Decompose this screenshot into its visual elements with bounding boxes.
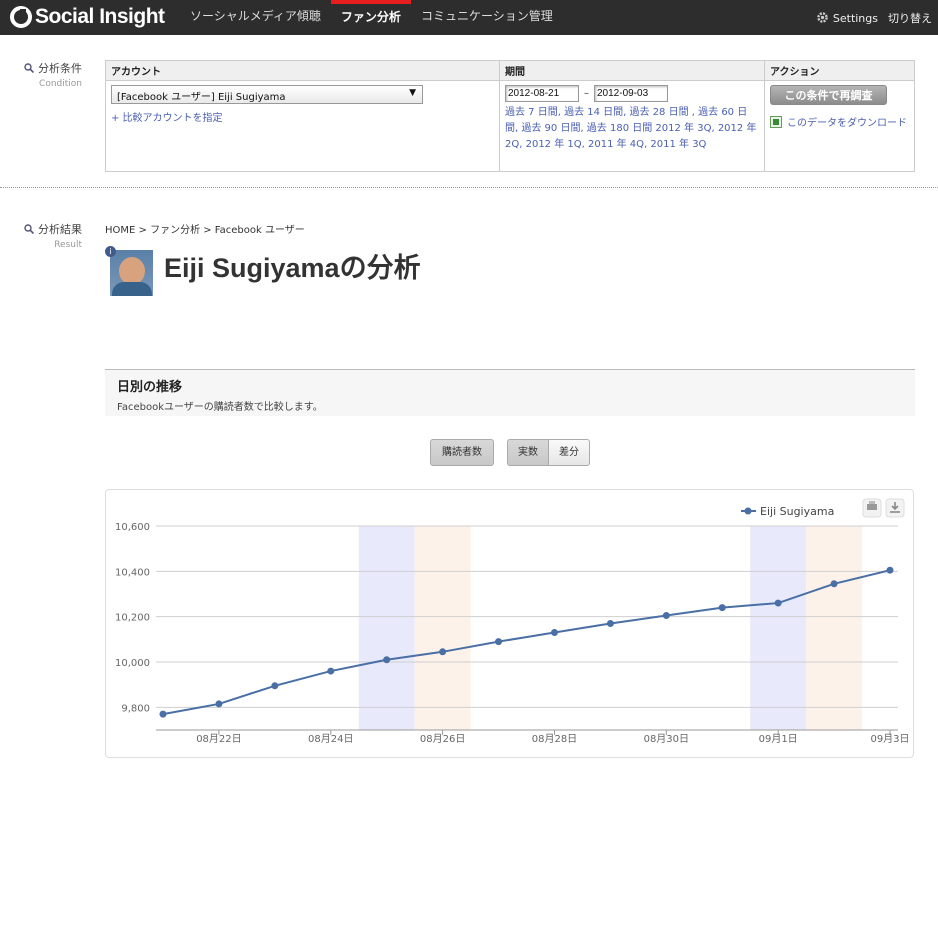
result-label-en: Result <box>54 240 82 250</box>
section-divider <box>0 187 938 188</box>
date-separator: – <box>584 88 589 99</box>
page-title: Eiji Sugiyamaの分析 <box>164 253 421 283</box>
chevron-down-icon: ▼ <box>409 88 416 98</box>
y-tick-label: 10,000 <box>115 658 150 669</box>
weekend-band-saturday <box>358 526 415 730</box>
y-tick-label: 10,600 <box>115 522 150 533</box>
subscribers-button[interactable]: 購読者数 <box>430 439 494 466</box>
y-tick-label: 10,200 <box>115 613 150 624</box>
data-point <box>439 648 447 656</box>
data-point <box>830 580 838 588</box>
avatar <box>110 250 153 296</box>
x-tick-label: 08月26日 <box>420 733 465 745</box>
data-point <box>662 612 670 620</box>
data-point <box>718 604 726 612</box>
period-cell: – 過去 7 日間, 過去 14 日間, 過去 28 日間 , 過去 60 日間… <box>499 80 765 172</box>
section-header: 日別の推移 Facebookユーザーの購読者数で比較します。 <box>105 369 915 416</box>
data-point <box>606 619 614 627</box>
search-icon <box>24 63 34 73</box>
account-cell: [Facebook ユーザー] Eiji Sugiyama ▼ + 比較アカウン… <box>105 80 500 172</box>
data-point <box>495 638 503 646</box>
x-tick-label: 08月28日 <box>532 733 577 745</box>
condition-label-en: Condition <box>39 79 82 89</box>
top-navbar: Social Insight ソーシャルメディア傾聴 ファン分析 コミュニケーシ… <box>0 0 938 35</box>
y-tick-label: 10,400 <box>115 567 150 578</box>
account-select-value: [Facebook ユーザー] Eiji Sugiyama <box>117 92 286 103</box>
condition-label: 分析条件 Condition <box>0 60 82 89</box>
x-tick-label: 09月1日 <box>759 733 798 745</box>
main-nav: ソーシャルメディア傾聴 ファン分析 コミュニケーション管理 <box>180 0 563 35</box>
search-icon <box>24 224 34 234</box>
download-row: このデータをダウンロード <box>770 114 909 129</box>
chart-legend: Eiji Sugiyama <box>741 505 834 518</box>
section-title: 日別の推移 <box>117 380 183 395</box>
data-point <box>550 629 558 637</box>
section-subtitle: Facebookユーザーの購読者数で比較します。 <box>117 402 323 413</box>
data-point <box>327 667 335 675</box>
legend-marker <box>744 507 752 515</box>
date-to-input[interactable] <box>594 85 668 102</box>
download-icon[interactable] <box>885 498 905 518</box>
data-point <box>774 599 782 607</box>
account-header: アカウント <box>105 60 500 81</box>
x-tick-label: 08月24日 <box>308 733 353 745</box>
date-from-input[interactable] <box>505 85 579 102</box>
info-badge-icon[interactable]: i <box>105 246 116 257</box>
x-tick-label: 08月22日 <box>196 733 241 745</box>
data-point <box>215 700 223 708</box>
data-point <box>159 710 167 718</box>
account-select[interactable]: [Facebook ユーザー] Eiji Sugiyama ▼ <box>111 85 423 104</box>
download-link[interactable]: このデータをダウンロード <box>787 114 907 129</box>
action-header: アクション <box>764 60 915 81</box>
chart-container: 9,800 10,000 10,200 10,400 10,600 08月22日 08月2… <box>105 489 914 758</box>
diff-toggle[interactable]: 差分 <box>548 439 590 466</box>
gear-icon <box>817 11 828 23</box>
period-preset-links[interactable]: 過去 7 日間, 過去 14 日間, 過去 28 日間 , 過去 60 日間, … <box>505 105 759 153</box>
weekend-band-saturday <box>750 526 807 730</box>
switch-link[interactable]: 切り替え <box>888 10 932 26</box>
settings-label: Settings <box>832 11 878 25</box>
logo-icon <box>10 6 32 28</box>
nav-item-listening[interactable]: ソーシャルメディア傾聴 <box>180 0 331 35</box>
line-chart: 9,800 10,000 10,200 10,400 10,600 08月22日 08月2… <box>115 498 910 745</box>
data-point <box>886 566 894 574</box>
top-right-menu: Settings 切り替え <box>816 0 932 35</box>
rerun-button[interactable]: この条件で再調査 <box>770 85 887 105</box>
data-point <box>383 656 391 664</box>
nav-item-fan-analysis[interactable]: ファン分析 <box>330 0 411 35</box>
result-label: 分析結果 Result <box>0 221 82 250</box>
y-tick-label: 9,800 <box>121 703 150 714</box>
condition-table: アカウント 期間 アクション [Facebook ユーザー] Eiji Sugi… <box>105 60 915 172</box>
x-tick-label: 09月3日 <box>870 733 909 745</box>
action-cell: この条件で再調査 このデータをダウンロード <box>764 80 915 172</box>
excel-icon <box>770 115 782 128</box>
legend-label: Eiji Sugiyama <box>760 505 834 518</box>
logo-text: Social Insight <box>35 5 165 28</box>
print-icon[interactable] <box>862 498 882 518</box>
weekend-band-sunday <box>414 526 471 730</box>
condition-label-jp: 分析条件 <box>38 62 82 75</box>
weekend-band-sunday <box>806 526 863 730</box>
data-point <box>271 682 279 690</box>
x-tick-label: 08月30日 <box>644 733 689 745</box>
actual-toggle[interactable]: 実数 <box>507 439 549 466</box>
add-compare-account-link[interactable]: + 比較アカウントを指定 <box>111 109 494 124</box>
avatar-shirt <box>112 282 152 296</box>
nav-item-communication[interactable]: コミュニケーション管理 <box>411 0 563 35</box>
avatar-face <box>119 257 145 285</box>
app-logo[interactable]: Social Insight <box>10 5 165 29</box>
settings-link[interactable]: Settings <box>816 11 878 25</box>
period-header: 期間 <box>499 60 765 81</box>
result-label-jp: 分析結果 <box>38 223 82 236</box>
breadcrumb[interactable]: HOME > ファン分析 > Facebook ユーザー <box>105 221 305 236</box>
